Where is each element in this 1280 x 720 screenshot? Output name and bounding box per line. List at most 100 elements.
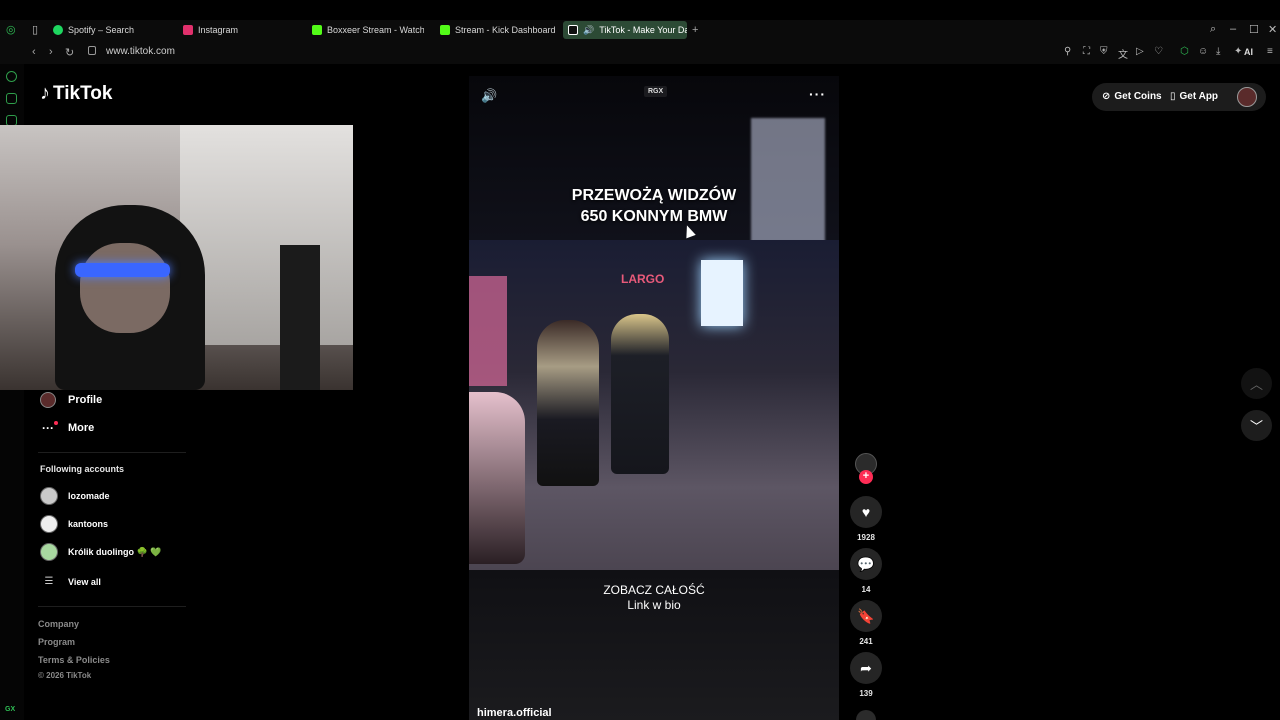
kick-icon xyxy=(440,25,450,35)
following-account-lozomade[interactable]: lozomade xyxy=(40,487,110,505)
search-icon[interactable]: ⌕ xyxy=(1210,23,1216,36)
ai-sparkle-icon[interactable]: ✦ xyxy=(1234,46,1242,57)
opera-gx-logo-icon[interactable]: ◎ xyxy=(6,23,16,36)
caption-line: ZOBACZ CAŁOŚĆ xyxy=(603,583,705,597)
follow-plus-button[interactable]: + xyxy=(859,470,873,484)
page-icon: ▯ xyxy=(32,24,39,36)
footer-terms[interactable]: Terms & Policies xyxy=(38,655,110,665)
browser-title-strip xyxy=(0,0,1280,20)
url-field[interactable]: www.tiktok.com xyxy=(106,46,175,57)
nav-profile[interactable]: Profile xyxy=(40,392,102,408)
nav-label: More xyxy=(68,422,95,434)
video-menu-button[interactable]: ··· xyxy=(809,86,826,102)
kick-icon xyxy=(312,25,322,35)
tab-label: Boxxeer Stream - Watch L xyxy=(327,25,424,35)
footer-program[interactable]: Program xyxy=(38,637,75,647)
view-all-link[interactable]: ☰ View all xyxy=(40,576,101,587)
list-icon: ☰ xyxy=(44,576,54,587)
chevron-down-icon: ﹀ xyxy=(1249,419,1263,434)
bookmark-pin-icon[interactable]: ⚲ xyxy=(1064,46,1071,57)
download-icon[interactable]: ⤓ xyxy=(1216,46,1220,57)
divider xyxy=(38,606,186,607)
tab-label: Stream - Kick Dashboard xyxy=(455,25,556,35)
coin-icon: ⊘ xyxy=(1102,91,1111,102)
snapshot-icon[interactable]: ⛶ xyxy=(1083,46,1090,57)
previous-video-button[interactable]: ︿ xyxy=(1241,368,1272,399)
account-icon[interactable]: ☺ xyxy=(1198,46,1208,57)
menu-icon[interactable]: ≡ xyxy=(1267,46,1273,57)
video-shop-screen xyxy=(701,260,743,326)
tab-boxxeer-stream[interactable]: Boxxeer Stream - Watch L xyxy=(312,21,424,39)
avatar xyxy=(40,543,58,561)
minimize-icon[interactable]: – xyxy=(1230,23,1236,35)
translate-icon[interactable]: 文 xyxy=(1118,46,1128,61)
share-button[interactable]: ➦ xyxy=(850,652,882,684)
caption-line: PRZEWOŻĄ WIDZÓW xyxy=(571,187,737,204)
divider xyxy=(38,452,186,453)
following-account-kantoons[interactable]: kantoons xyxy=(40,515,108,533)
account-name: Królik duolingo 🌳 💚 xyxy=(68,546,162,557)
chevron-up-icon: ︿ xyxy=(1249,377,1263,392)
tiktok-note-icon: ♪ xyxy=(40,82,50,104)
heart-icon: ♥ xyxy=(861,504,871,520)
share-icon: ➦ xyxy=(860,659,872,676)
back-icon[interactable]: ‹ xyxy=(32,46,36,58)
tab-label: Spotify – Search xyxy=(68,25,135,35)
tab-label: Instagram xyxy=(198,25,239,35)
tiktok-icon xyxy=(568,25,578,35)
following-accounts-title: Following accounts xyxy=(40,464,125,474)
save-count: 241 xyxy=(859,637,873,646)
forward-icon[interactable]: › xyxy=(49,46,53,58)
webcam-wall xyxy=(180,125,353,345)
close-icon[interactable]: ✕ xyxy=(1268,23,1277,36)
get-coins-button[interactable]: ⊘ Get Coins xyxy=(1102,91,1162,102)
instagram-icon xyxy=(183,25,193,35)
share-count: 139 xyxy=(859,689,873,698)
video-caption-top: PRZEWOŻĄ WIDZÓW 650 KONNYM BMW xyxy=(469,185,839,227)
play-icon[interactable]: ▷ xyxy=(1136,46,1144,57)
nav-more[interactable]: ··· More xyxy=(40,421,94,435)
history-icon[interactable] xyxy=(6,71,17,82)
tab-tiktok[interactable]: 🔊 TikTok - Make Your Da xyxy=(563,21,687,39)
video-player[interactable]: LARGO xyxy=(469,76,839,720)
cube-icon[interactable] xyxy=(6,93,17,104)
webcam-led-glasses xyxy=(75,263,170,277)
account-name: lozomade xyxy=(68,491,110,501)
get-app-button[interactable]: ▯ Get App xyxy=(1170,91,1218,102)
webcam-face xyxy=(80,243,170,333)
ai-label[interactable]: AI xyxy=(1244,47,1253,57)
more-dots-icon: ··· xyxy=(40,421,58,435)
video-caption-bottom: ZOBACZ CAŁOŚĆ Link w bio xyxy=(469,583,839,613)
following-account-krolik-duolingo[interactable]: Królik duolingo 🌳 💚 xyxy=(40,543,161,561)
comment-button[interactable]: 💬 xyxy=(850,548,882,580)
phone-icon: ▯ xyxy=(1170,91,1176,102)
tab-instagram[interactable]: Instagram xyxy=(183,21,303,39)
shield-icon[interactable]: ⛨ xyxy=(1100,46,1108,57)
video-author[interactable]: himera.official xyxy=(477,707,552,719)
save-button[interactable]: 🔖 xyxy=(850,600,882,632)
next-creator-avatar xyxy=(856,710,876,720)
heart-icon[interactable]: ♡ xyxy=(1154,46,1163,57)
maximize-icon[interactable]: ☐ xyxy=(1249,23,1259,36)
reload-icon[interactable]: ↻ xyxy=(65,46,74,59)
footer-company[interactable]: Company xyxy=(38,619,79,629)
video-person-left xyxy=(537,320,599,486)
comment-count: 14 xyxy=(861,585,871,594)
webcam-overlay xyxy=(0,125,353,390)
tab-kick-dashboard[interactable]: Stream - Kick Dashboard xyxy=(440,21,560,39)
lock-icon xyxy=(88,46,96,55)
video-person-right xyxy=(611,314,669,474)
video-foreground-person xyxy=(469,392,525,564)
speaker-icon: 🔊 xyxy=(583,24,595,35)
extensions-icon[interactable]: ⬡ xyxy=(1180,46,1189,57)
like-button[interactable]: ♥ xyxy=(850,496,882,528)
volume-icon[interactable]: 🔊 xyxy=(481,88,497,104)
next-video-button[interactable]: ﹀ xyxy=(1241,410,1272,441)
button-label: Get App xyxy=(1179,91,1219,102)
user-avatar[interactable] xyxy=(1237,87,1257,107)
tab-spotify[interactable]: Spotify – Search xyxy=(53,21,173,39)
new-tab-plus-icon[interactable]: + xyxy=(692,24,698,36)
tab-label: TikTok - Make Your Da xyxy=(599,25,687,35)
logo-text: TikTok xyxy=(53,82,113,104)
tiktok-logo[interactable]: ♪ TikTok xyxy=(40,82,112,105)
